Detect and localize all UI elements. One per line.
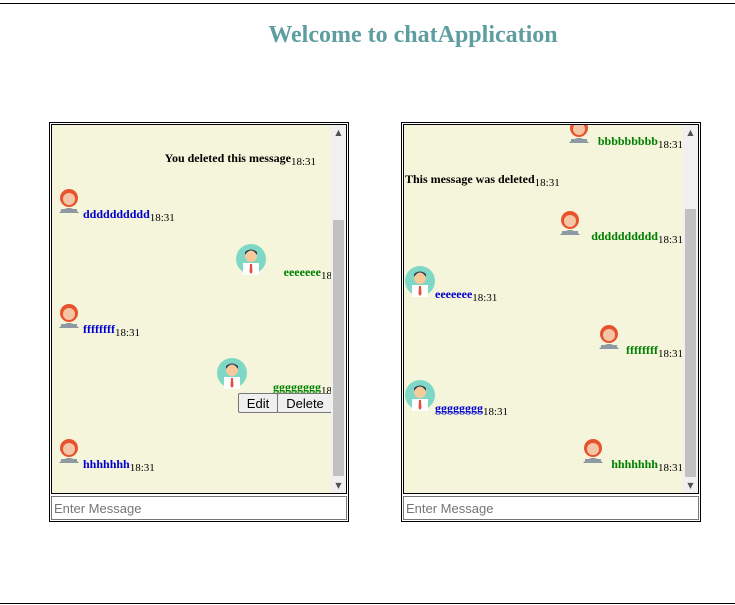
female-avatar-icon <box>59 304 79 328</box>
male-avatar-icon <box>236 244 266 275</box>
female-avatar-icon <box>560 211 580 235</box>
message-time: 18:31 <box>534 177 560 189</box>
message-time: 18:31 <box>290 156 316 168</box>
scroll-down-arrow-icon[interactable]: ▼ <box>683 478 698 493</box>
message-time: 18:31 <box>149 212 175 224</box>
message-text: You deleted this message <box>164 151 291 165</box>
message-input[interactable] <box>51 496 347 520</box>
male-avatar-icon <box>405 266 435 297</box>
message-text: gggggggg <box>435 401 483 415</box>
bottom-divider <box>0 603 735 604</box>
message-received: dddddddddd18:31 <box>83 205 175 224</box>
message-received: hhhhhhh18:31 <box>83 455 155 474</box>
message-list-right[interactable]: bbbbbbbbb18:31 This message was deleted1… <box>403 124 699 494</box>
male-avatar-icon <box>405 380 435 411</box>
message-text: gggggggg <box>272 380 321 394</box>
message-list-left[interactable]: You deleted this message18:31 dddddddddd… <box>51 124 347 494</box>
scroll-up-arrow-icon[interactable]: ▲ <box>331 125 346 140</box>
message-time: 18:31 <box>129 462 155 474</box>
message-time: 18:31 <box>657 234 683 246</box>
message-received: ffffffff18:31 <box>83 320 141 339</box>
message-text: ffffffff <box>625 343 658 357</box>
message-text: hhhhhhh <box>83 457 130 471</box>
message-sent: ffffffff18:31 <box>625 341 683 360</box>
message-text: dddddddddd <box>83 207 150 221</box>
message-text: This message was deleted <box>405 172 535 186</box>
chat-panel-left: You deleted this message18:31 dddddddddd… <box>49 122 349 522</box>
message-text: eeeeeee <box>435 287 473 301</box>
message-deleted: You deleted this message18:31 <box>164 149 316 168</box>
message-time: 18:31 <box>483 406 509 418</box>
female-avatar-icon <box>59 189 79 213</box>
message-text: bbbbbbbbb <box>597 134 658 148</box>
scrollbar[interactable]: ▲ ▼ <box>683 125 698 493</box>
message-time: 18:31 <box>114 327 141 339</box>
message-text: ffffffff <box>83 322 115 336</box>
message-received: gggggggg18:31 <box>435 399 509 418</box>
delete-button[interactable]: Delete <box>277 393 333 413</box>
message-time: 18:31 <box>657 139 683 151</box>
female-avatar-icon <box>599 325 619 349</box>
scroll-thumb[interactable] <box>685 209 696 477</box>
female-avatar-icon <box>583 439 603 463</box>
chat-panel-right: bbbbbbbbb18:31 This message was deleted1… <box>401 122 701 522</box>
message-deleted: This message was deleted18:31 <box>405 170 560 189</box>
message-time: 18:31 <box>657 462 683 474</box>
female-avatar-icon <box>569 125 589 143</box>
message-text: hhhhhhh <box>611 457 658 471</box>
message-time: 18:31 <box>472 292 498 304</box>
scroll-up-arrow-icon[interactable]: ▲ <box>683 125 698 140</box>
scroll-thumb[interactable] <box>333 220 344 476</box>
female-avatar-icon <box>59 439 79 463</box>
message-received: eeeeeee18:31 <box>435 285 498 304</box>
message-sent: hhhhhhh18:31 <box>611 455 683 474</box>
message-text: dddddddddd <box>591 229 658 243</box>
message-sent: bbbbbbbbb18:31 <box>597 132 683 151</box>
scroll-down-arrow-icon[interactable]: ▼ <box>331 478 346 493</box>
page-title: Welcome to chatApplication <box>268 22 558 48</box>
message-sent: dddddddddd18:31 <box>591 227 683 246</box>
male-avatar-icon <box>217 358 247 389</box>
edit-button[interactable]: Edit <box>238 393 278 413</box>
message-input[interactable] <box>403 496 699 520</box>
message-text: eeeeeee <box>283 265 321 279</box>
message-time: 18:31 <box>657 348 683 360</box>
scrollbar[interactable]: ▲ ▼ <box>331 125 346 493</box>
top-divider <box>0 3 735 4</box>
